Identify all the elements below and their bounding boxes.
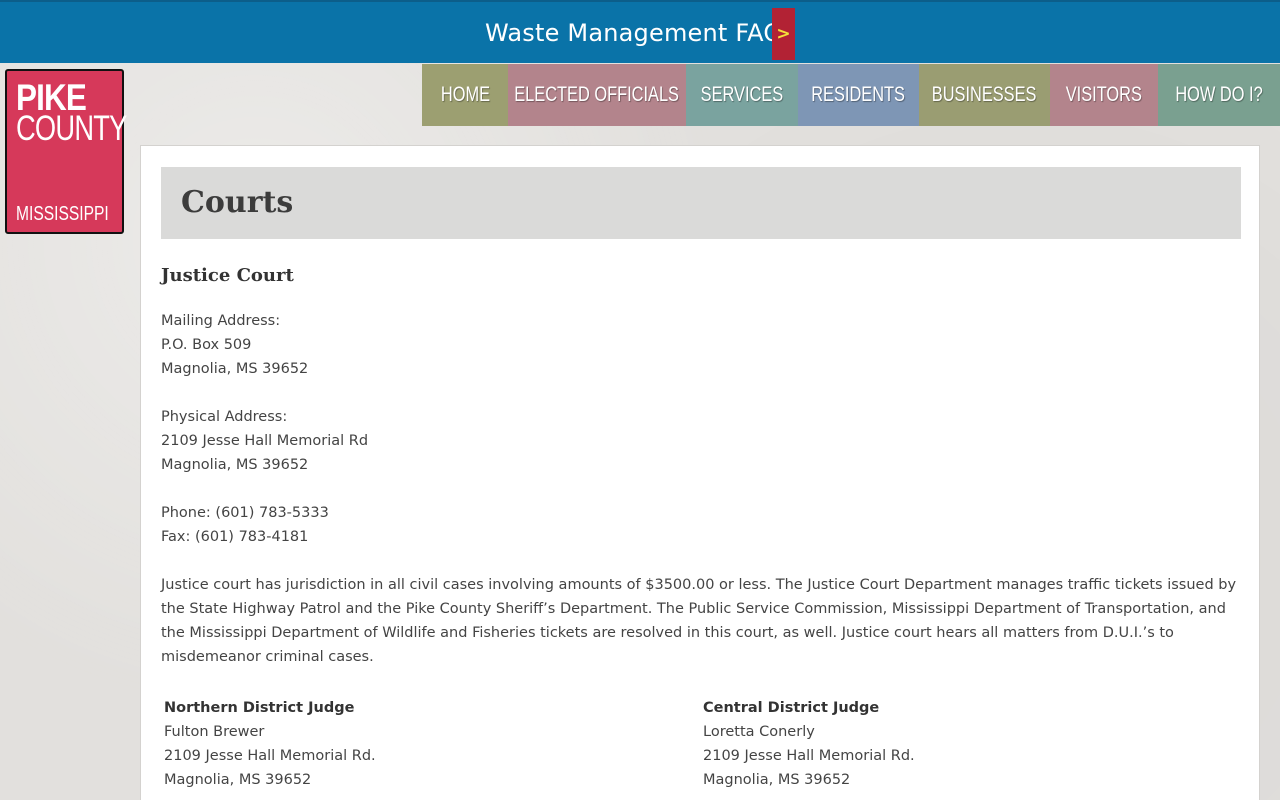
nav-visitors[interactable]: VISITORS [1050, 64, 1158, 126]
nav-businesses[interactable]: BUSINESSES [919, 64, 1050, 126]
nav-label: SERVICES [700, 83, 784, 106]
page-title-bar: Courts [161, 167, 1241, 239]
section-heading: Justice Court [161, 265, 294, 286]
court-description: Justice court has jurisdiction in all ci… [161, 577, 1237, 665]
nav-label: HOW DO I? [1175, 83, 1263, 106]
physical-label: Physical Address: [161, 409, 288, 425]
nav-label: VISITORS [1065, 83, 1143, 106]
nav-how-do-i[interactable]: HOW DO I? [1158, 64, 1280, 126]
judge-northern: Northern District Judge Fulton Brewer 21… [164, 696, 376, 792]
contact-info: Phone: (601) 783-5333 Fax: (601) 783-418… [161, 501, 329, 549]
judge-title: Northern District Judge [164, 700, 355, 716]
main-content: Courts Justice Court Mailing Address: P.… [140, 145, 1260, 800]
judge-central: Central District Judge Loretta Conerly 2… [703, 696, 915, 792]
nav-label: ELECTED OFFICIALS [514, 83, 680, 106]
physical-line2: Magnolia, MS 39652 [161, 457, 309, 473]
nav-label: RESIDENTS [811, 83, 906, 106]
nav-services[interactable]: SERVICES [686, 64, 798, 126]
nav-residents[interactable]: RESIDENTS [798, 64, 919, 126]
mailing-address: Mailing Address: P.O. Box 509 Magnolia, … [161, 309, 308, 381]
judge-address: 2109 Jesse Hall Memorial Rd. [703, 748, 915, 764]
fax-number: Fax: (601) 783-4181 [161, 529, 309, 545]
nav-label: BUSINESSES [932, 83, 1037, 106]
mailing-label: Mailing Address: [161, 313, 281, 329]
judge-city: Magnolia, MS 39652 [164, 772, 312, 788]
nav-elected-officials[interactable]: ELECTED OFFICIALS [508, 64, 686, 126]
faq-arrow-button[interactable]: > [772, 8, 795, 60]
main-nav: HOME ELECTED OFFICIALS SERVICES RESIDENT… [422, 64, 1280, 126]
judge-address: 2109 Jesse Hall Memorial Rd. [164, 748, 376, 764]
mailing-line1: P.O. Box 509 [161, 337, 252, 353]
waste-management-faq-link[interactable]: Waste Management FAQ [485, 19, 782, 47]
mailing-line2: Magnolia, MS 39652 [161, 361, 309, 377]
logo-line-county: COUNTY [16, 109, 127, 148]
logo-line-mississippi: MISSISSIPPI [16, 203, 109, 225]
judge-title: Central District Judge [703, 700, 880, 716]
phone-number: Phone: (601) 783-5333 [161, 505, 329, 521]
nav-home[interactable]: HOME [422, 64, 508, 126]
judge-name: Fulton Brewer [164, 724, 265, 740]
pike-county-logo[interactable]: PIKE COUNTY MISSISSIPPI [5, 69, 127, 234]
judge-city: Magnolia, MS 39652 [703, 772, 851, 788]
physical-line1: 2109 Jesse Hall Memorial Rd [161, 433, 369, 449]
page-title: Courts [181, 185, 294, 220]
physical-address: Physical Address: 2109 Jesse Hall Memori… [161, 405, 368, 477]
nav-label: HOME [440, 83, 490, 106]
judge-name: Loretta Conerly [703, 724, 815, 740]
announcement-bar: Waste Management FAQ > [0, 0, 1280, 63]
